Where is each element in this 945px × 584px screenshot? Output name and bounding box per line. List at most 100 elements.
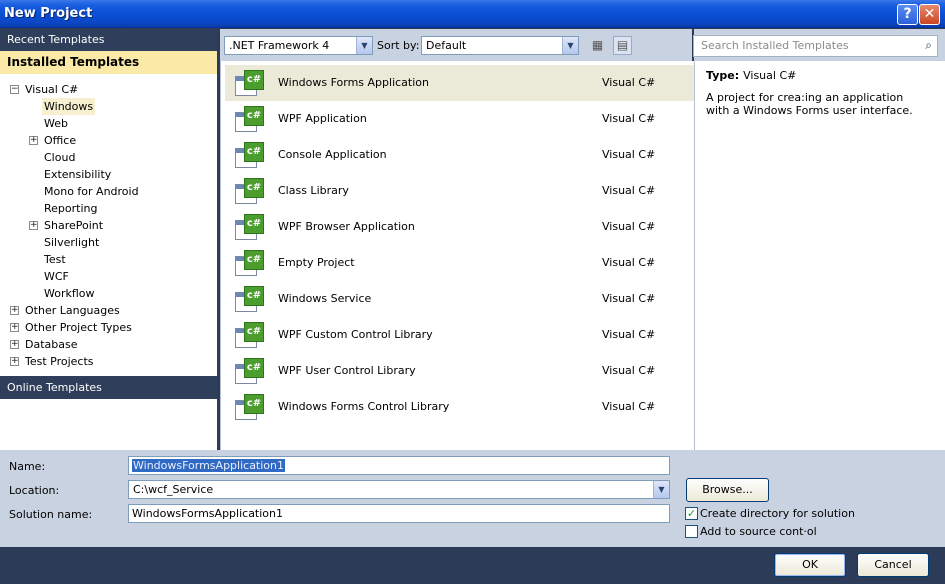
sort-value: Default xyxy=(426,39,467,52)
create-directory-label: Create directory for solution xyxy=(700,507,855,520)
expand-icon[interactable]: + xyxy=(29,136,38,145)
windows-forms-app-icon: c# xyxy=(235,70,264,97)
tree-node-windows[interactable]: Windows xyxy=(0,98,217,115)
browse-button[interactable]: Browse... xyxy=(686,478,769,502)
template-row-console-application[interactable]: c# Console Application Visual C# xyxy=(225,137,694,173)
project-name-value: WindowsFormsApplication1 xyxy=(132,459,286,472)
tree-node-label: Database xyxy=(25,338,78,351)
solution-name-label: Solution name: xyxy=(9,508,93,521)
installed-templates-header[interactable]: Installed Templates xyxy=(0,51,217,74)
tree-node-label: Test Projects xyxy=(25,355,94,368)
template-language: Visual C# xyxy=(602,328,656,341)
template-name: Empty Project xyxy=(278,256,355,269)
empty-project-icon: c# xyxy=(235,250,264,277)
new-project-dialog: New Project ? ✕ Recent Templates Install… xyxy=(0,0,945,584)
project-name-input[interactable]: WindowsFormsApplication1 xyxy=(128,456,670,475)
name-label: Name: xyxy=(9,460,46,473)
tree-node-office[interactable]: + Office xyxy=(0,132,217,149)
template-row-windows-service[interactable]: c# Windows Service Visual C# xyxy=(225,281,694,317)
tree-node-extensibility[interactable]: Extensibility xyxy=(0,166,217,183)
tree-node-label: Visual C# xyxy=(25,83,79,96)
small-icons-view-icon[interactable]: ▦ xyxy=(588,36,607,55)
tree-node-test-projects[interactable]: + Test Projects xyxy=(0,353,217,370)
wpf-app-icon: c# xyxy=(235,106,264,133)
title-bar: New Project ? ✕ xyxy=(0,0,945,28)
tree-node-cloud[interactable]: Cloud xyxy=(0,149,217,166)
expand-icon[interactable]: + xyxy=(10,323,19,332)
checkmark-icon[interactable]: ✓ xyxy=(685,507,698,520)
tree-node-wcf[interactable]: WCF xyxy=(0,268,217,285)
location-dropdown[interactable]: C:\wcf_Service ▼ xyxy=(128,480,670,499)
tree-node-label: Mono for Android xyxy=(44,185,139,198)
solution-name-input[interactable]: WindowsFormsApplication1 xyxy=(128,504,670,523)
expand-icon[interactable]: + xyxy=(10,306,19,315)
template-row-wpf-user-control-library[interactable]: c# WPF User Control Library Visual C# xyxy=(225,353,694,389)
tree-node-label: WCF xyxy=(44,270,69,283)
template-row-windows-forms-application[interactable]: c# Windows Forms Application Visual C# xyxy=(225,65,694,101)
windows-service-icon: c# xyxy=(235,286,264,313)
chevron-down-icon[interactable]: ▼ xyxy=(356,37,372,54)
tree-node-label: Other Project Types xyxy=(25,321,132,334)
template-row-empty-project[interactable]: c# Empty Project Visual C# xyxy=(225,245,694,281)
tree-node-label: Office xyxy=(44,134,77,147)
solution-name-value: WindowsFormsApplication1 xyxy=(132,507,284,520)
window-title: New Project xyxy=(4,6,93,21)
tree-node-mono-for-android[interactable]: Mono for Android xyxy=(0,183,217,200)
sort-dropdown[interactable]: Default ▼ xyxy=(421,36,579,55)
tree-node-other-project-types[interactable]: + Other Project Types xyxy=(0,319,217,336)
tree-node-web[interactable]: Web xyxy=(0,115,217,132)
recent-templates-header[interactable]: Recent Templates xyxy=(0,29,217,51)
template-language: Visual C# xyxy=(602,400,656,413)
help-icon[interactable]: ? xyxy=(897,4,918,25)
empty-checkbox-icon[interactable] xyxy=(685,525,698,538)
template-language: Visual C# xyxy=(602,184,656,197)
template-name: WPF Custom Control Library xyxy=(278,328,433,341)
class-library-icon: c# xyxy=(235,178,264,205)
template-row-wpf-browser-application[interactable]: c# WPF Browser Application Visual C# xyxy=(225,209,694,245)
location-label: Location: xyxy=(9,484,60,497)
cancel-button[interactable]: Cancel xyxy=(857,553,929,577)
template-row-wpf-application[interactable]: c# WPF Application Visual C# xyxy=(225,101,694,137)
search-input[interactable]: Search Installed Templates ⌕ xyxy=(693,35,938,57)
tree-node-database[interactable]: + Database xyxy=(0,336,217,353)
online-templates-header[interactable]: Online Templates xyxy=(0,376,217,399)
tree-node-label: SharePoint xyxy=(44,219,104,232)
close-icon[interactable]: ✕ xyxy=(919,4,940,25)
wpf-browser-app-icon: c# xyxy=(235,214,264,241)
tree-node-silverlight[interactable]: Silverlight xyxy=(0,234,217,251)
wpf-custom-control-icon: c# xyxy=(235,322,264,349)
tree-node-reporting[interactable]: Reporting xyxy=(0,200,217,217)
template-language: Visual C# xyxy=(602,292,656,305)
tree-node-label: Windows xyxy=(42,98,96,115)
search-placeholder: Search Installed Templates xyxy=(701,39,849,52)
chevron-down-icon[interactable]: ▼ xyxy=(562,37,578,54)
template-language: Visual C# xyxy=(602,220,656,233)
tree-node-test[interactable]: Test xyxy=(0,251,217,268)
template-row-class-library[interactable]: c# Class Library Visual C# xyxy=(225,173,694,209)
ok-button[interactable]: OK xyxy=(774,553,846,577)
expand-icon[interactable]: + xyxy=(10,357,19,366)
framework-dropdown[interactable]: .NET Framework 4 ▼ xyxy=(224,36,373,55)
tree-node-sharepoint[interactable]: + SharePoint xyxy=(0,217,217,234)
template-language: Visual C# xyxy=(602,112,656,125)
expand-icon[interactable]: + xyxy=(29,221,38,230)
template-row-wpf-custom-control-library[interactable]: c# WPF Custom Control Library Visual C# xyxy=(225,317,694,353)
sort-by-label: Sort by: xyxy=(377,39,420,52)
template-name: Windows Forms Application xyxy=(278,76,429,89)
template-list: c# Windows Forms Application Visual C# c… xyxy=(220,61,694,450)
tree-node-workflow[interactable]: Workflow xyxy=(0,285,217,302)
template-row-windows-forms-control-library[interactable]: c# Windows Forms Control Library Visual … xyxy=(225,389,694,425)
template-name: WPF User Control Library xyxy=(278,364,416,377)
tree-node-other-languages[interactable]: + Other Languages xyxy=(0,302,217,319)
tree-node-visual-csharp[interactable]: − Visual C# xyxy=(0,81,217,98)
chevron-down-icon[interactable]: ▼ xyxy=(653,481,669,498)
search-icon[interactable]: ⌕ xyxy=(925,38,932,53)
list-view-icon[interactable]: ▤ xyxy=(613,36,632,55)
template-name: Class Library xyxy=(278,184,349,197)
expand-icon[interactable]: + xyxy=(10,340,19,349)
tree-node-label: Reporting xyxy=(44,202,98,215)
template-categories-panel: Recent Templates Installed Templates − V… xyxy=(0,29,217,450)
template-type: Type: Visual C# xyxy=(706,69,934,82)
collapse-icon[interactable]: − xyxy=(10,85,19,94)
tree-node-label: Workflow xyxy=(44,287,95,300)
